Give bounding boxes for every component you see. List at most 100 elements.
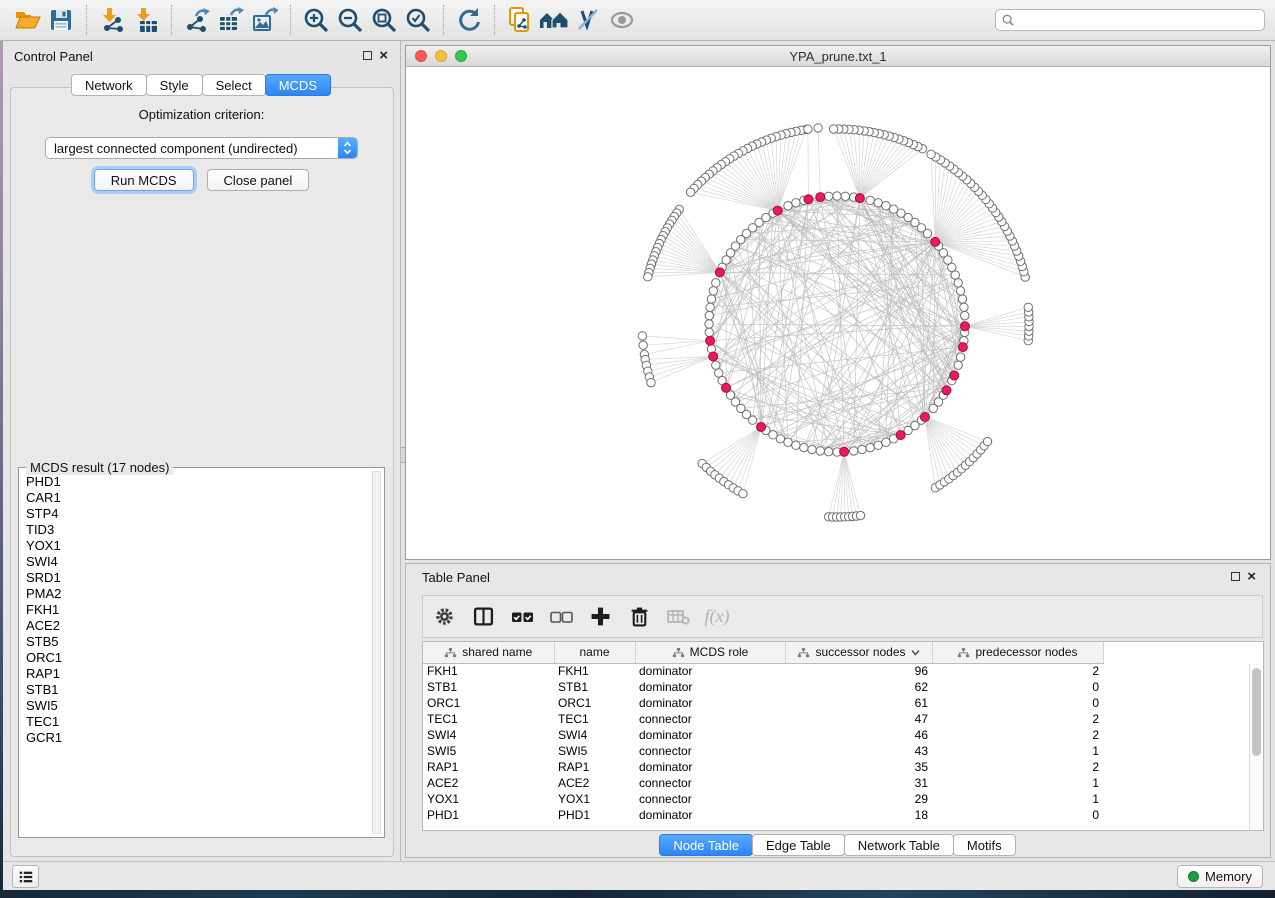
table-row[interactable]: FKH1FKH1dominator962 [423,663,1251,679]
show-column-panel-icon[interactable] [468,602,498,632]
mcds-result-item[interactable]: SRD1 [20,570,370,586]
float-panel-icon[interactable] [363,51,372,60]
cell-mcds-role[interactable]: connector [635,711,785,727]
mcds-result-item[interactable]: YOX1 [20,538,370,554]
mcds-result-item[interactable]: FKH1 [20,602,370,618]
memory-button[interactable]: Memory [1177,865,1263,888]
tab-style[interactable]: Style [146,74,203,96]
cell-successor-nodes[interactable]: 43 [785,743,932,759]
float-panel-icon[interactable] [1231,572,1240,581]
cell-mcds-role[interactable]: dominator [635,679,785,695]
table-row[interactable]: STB1STB1dominator620 [423,679,1251,695]
table-scrollbar-thumb[interactable] [1252,668,1261,756]
cell-successor-nodes[interactable]: 62 [785,679,932,695]
mcds-result-item[interactable]: SWI5 [20,698,370,714]
cell-name[interactable]: TEC1 [554,711,635,727]
cell-mcds-role[interactable]: dominator [635,663,785,679]
run-mcds-button[interactable]: Run MCDS [94,169,194,191]
cell-name[interactable]: ACE2 [554,775,635,791]
cell-name[interactable]: ORC1 [554,695,635,711]
close-panel-button[interactable]: Close panel [207,169,310,191]
table-scrollbar[interactable] [1249,664,1263,830]
cell-successor-nodes[interactable]: 29 [785,791,932,807]
cell-predecessor-nodes[interactable]: 0 [932,695,1103,711]
cell-successor-nodes[interactable]: 18 [785,807,932,823]
cell-mcds-role[interactable]: dominator [635,727,785,743]
table-row[interactable]: ORC1ORC1dominator610 [423,695,1251,711]
mcds-result-item[interactable]: TID3 [20,522,370,538]
cell-successor-nodes[interactable]: 31 [785,775,932,791]
open-file-icon[interactable] [10,3,44,37]
cybrowser-home-icon[interactable] [537,3,571,37]
close-panel-icon[interactable]: × [1247,571,1256,582]
mcds-result-item[interactable]: STB1 [20,682,370,698]
mcds-result-item[interactable]: GCR1 [20,730,370,746]
cell-predecessor-nodes[interactable]: 1 [932,775,1103,791]
clone-network-icon[interactable] [503,3,537,37]
cell-predecessor-nodes[interactable]: 2 [932,663,1103,679]
search-input[interactable] [995,9,1265,31]
table-row[interactable]: TEC1TEC1connector472 [423,711,1251,727]
table-tab-node-table[interactable]: Node Table [659,834,753,856]
mcds-result-item[interactable]: ACE2 [20,618,370,634]
cell-shared-name[interactable]: RAP1 [423,759,554,775]
cell-predecessor-nodes[interactable]: 0 [932,679,1103,695]
mcds-result-item[interactable]: CAR1 [20,490,370,506]
cell-successor-nodes[interactable]: 46 [785,727,932,743]
app-menu-button[interactable] [12,865,39,888]
table-settings-gear-icon[interactable] [429,602,459,632]
eye-icon[interactable] [605,3,639,37]
cell-shared-name[interactable]: STB1 [423,679,554,695]
refresh-layout-icon[interactable] [452,3,486,37]
column-header-MCDS-role[interactable]: MCDS role [635,642,785,663]
cell-shared-name[interactable]: SWI4 [423,727,554,743]
deselect-all-columns-icon[interactable] [546,602,576,632]
add-column-icon[interactable] [585,602,615,632]
mcds-result-item[interactable]: STP4 [20,506,370,522]
tab-mcds[interactable]: MCDS [265,74,331,96]
cell-mcds-role[interactable]: dominator [635,759,785,775]
mcds-result-item[interactable]: SWI4 [20,554,370,570]
cell-mcds-role[interactable]: connector [635,791,785,807]
network-canvas[interactable] [406,67,1270,559]
cell-shared-name[interactable]: YOX1 [423,791,554,807]
vizmapper-icon[interactable] [571,3,605,37]
column-header-shared-name[interactable]: shared name [423,642,554,663]
mcds-result-list[interactable]: PHD1CAR1STP4TID3YOX1SWI4SRD1PMA2FKH1ACE2… [20,474,370,835]
import-network-icon[interactable] [95,3,129,37]
cell-name[interactable]: FKH1 [554,663,635,679]
table-row[interactable]: RAP1RAP1dominator352 [423,759,1251,775]
cell-mcds-role[interactable]: connector [635,775,785,791]
import-table-icon[interactable] [129,3,163,37]
cell-successor-nodes[interactable]: 96 [785,663,932,679]
cell-name[interactable]: RAP1 [554,759,635,775]
column-header-predecessor-nodes[interactable]: predecessor nodes [932,642,1103,663]
table-tab-network-table[interactable]: Network Table [844,834,954,856]
export-table-icon[interactable] [214,3,248,37]
table-row[interactable]: SWI4SWI4dominator462 [423,727,1251,743]
export-network-icon[interactable] [180,3,214,37]
table-row[interactable]: PHD1PHD1dominator180 [423,807,1251,823]
table-row[interactable]: SWI5SWI5connector431 [423,743,1251,759]
cell-mcds-role[interactable]: dominator [635,807,785,823]
cell-successor-nodes[interactable]: 47 [785,711,932,727]
cell-mcds-role[interactable]: dominator [635,695,785,711]
cell-predecessor-nodes[interactable]: 0 [932,807,1103,823]
cell-successor-nodes[interactable]: 61 [785,695,932,711]
table-tab-edge-table[interactable]: Edge Table [752,834,845,856]
cell-name[interactable]: SWI4 [554,727,635,743]
mcds-result-item[interactable]: TEC1 [20,714,370,730]
cell-shared-name[interactable]: FKH1 [423,663,554,679]
mcds-result-item[interactable]: PMA2 [20,586,370,602]
mcds-result-item[interactable]: RAP1 [20,666,370,682]
cell-name[interactable]: PHD1 [554,807,635,823]
node-table-grid[interactable]: shared namenameMCDS rolesuccessor nodesp… [423,642,1251,823]
zoom-selected-icon[interactable] [401,3,435,37]
zoom-out-icon[interactable] [333,3,367,37]
table-row[interactable]: YOX1YOX1connector291 [423,791,1251,807]
cell-shared-name[interactable]: ACE2 [423,775,554,791]
cell-name[interactable]: YOX1 [554,791,635,807]
optimization-criterion-dropdown[interactable]: largest connected component (undirected) [45,137,358,159]
cell-predecessor-nodes[interactable]: 1 [932,791,1103,807]
cell-mcds-role[interactable]: connector [635,743,785,759]
